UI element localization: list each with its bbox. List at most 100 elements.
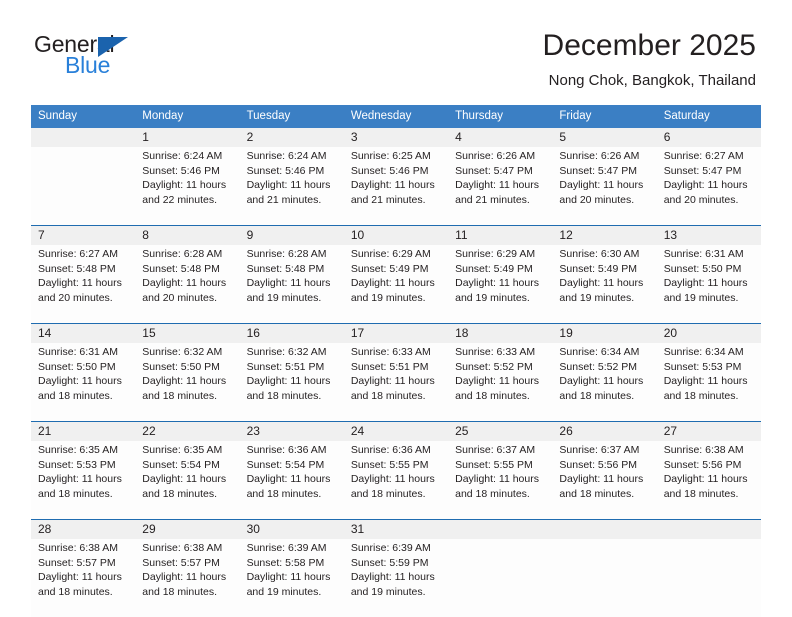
- day-cell[interactable]: Sunrise: 6:39 AM Sunset: 5:59 PM Dayligh…: [343, 539, 449, 617]
- daylight-text: Daylight: 11 hours and 18 minutes.: [246, 473, 331, 500]
- sunrise-text: Sunrise: 6:29 AM: [455, 248, 536, 260]
- day-number[interactable]: 28: [31, 519, 136, 539]
- day-cell[interactable]: Sunrise: 6:25 AM Sunset: 5:46 PM Dayligh…: [343, 147, 449, 226]
- sunrise-text: Sunrise: 6:37 AM: [559, 444, 640, 456]
- sunset-text: Sunset: 5:48 PM: [246, 262, 325, 275]
- day-number[interactable]: 27: [656, 421, 761, 441]
- day-cell[interactable]: Sunrise: 6:31 AM Sunset: 5:50 PM Dayligh…: [31, 343, 136, 422]
- day-cell[interactable]: Sunrise: 6:29 AM Sunset: 5:49 PM Dayligh…: [448, 245, 553, 324]
- sunrise-text: Sunrise: 6:28 AM: [142, 248, 223, 260]
- day-number[interactable]: 30: [239, 519, 344, 539]
- day-number[interactable]: 13: [656, 225, 761, 245]
- weekday-header-wednesday: Wednesday: [343, 105, 449, 128]
- day-number[interactable]: 8: [135, 225, 240, 245]
- daylight-text: Daylight: 11 hours and 18 minutes.: [559, 375, 644, 402]
- day-cell-empty: [31, 147, 136, 226]
- day-cell[interactable]: Sunrise: 6:29 AM Sunset: 5:49 PM Dayligh…: [343, 245, 449, 324]
- sunset-text: Sunset: 5:55 PM: [455, 458, 533, 471]
- day-cell[interactable]: Sunrise: 6:24 AM Sunset: 5:46 PM Dayligh…: [239, 147, 344, 226]
- daylight-text: Daylight: 11 hours and 19 minutes.: [350, 571, 435, 598]
- day-number[interactable]: 9: [239, 225, 344, 245]
- day-cell[interactable]: Sunrise: 6:36 AM Sunset: 5:54 PM Dayligh…: [239, 441, 344, 520]
- day-cell[interactable]: Sunrise: 6:27 AM Sunset: 5:47 PM Dayligh…: [656, 147, 761, 226]
- day-number[interactable]: 1: [135, 128, 240, 147]
- week-info-row: Sunrise: 6:35 AM Sunset: 5:53 PM Dayligh…: [31, 441, 761, 520]
- day-number[interactable]: 16: [239, 323, 344, 343]
- sunset-text: Sunset: 5:59 PM: [350, 556, 429, 569]
- day-number[interactable]: 19: [552, 323, 657, 343]
- day-number[interactable]: 15: [135, 323, 240, 343]
- sunrise-text: Sunrise: 6:38 AM: [663, 444, 744, 456]
- day-number[interactable]: 26: [552, 421, 657, 441]
- day-number[interactable]: 6: [656, 128, 761, 147]
- day-number[interactable]: 20: [656, 323, 761, 343]
- generalblue-logo[interactable]: General Blue: [34, 31, 214, 87]
- day-cell[interactable]: Sunrise: 6:32 AM Sunset: 5:50 PM Dayligh…: [135, 343, 240, 422]
- day-cell[interactable]: Sunrise: 6:30 AM Sunset: 5:49 PM Dayligh…: [552, 245, 657, 324]
- sunrise-text: Sunrise: 6:29 AM: [350, 248, 431, 260]
- sunrise-text: Sunrise: 6:38 AM: [38, 542, 118, 554]
- weekday-header-monday: Monday: [135, 105, 240, 128]
- day-number[interactable]: 31: [343, 519, 449, 539]
- daylight-text: Daylight: 11 hours and 18 minutes.: [38, 571, 122, 598]
- day-cell[interactable]: Sunrise: 6:39 AM Sunset: 5:58 PM Dayligh…: [239, 539, 344, 617]
- day-cell[interactable]: Sunrise: 6:38 AM Sunset: 5:57 PM Dayligh…: [135, 539, 240, 617]
- day-number[interactable]: 29: [135, 519, 240, 539]
- day-number[interactable]: 10: [343, 225, 449, 245]
- sunset-text: Sunset: 5:52 PM: [559, 360, 638, 373]
- sunrise-text: Sunrise: 6:31 AM: [663, 248, 744, 260]
- day-cell[interactable]: Sunrise: 6:36 AM Sunset: 5:55 PM Dayligh…: [343, 441, 449, 520]
- sunset-text: Sunset: 5:48 PM: [142, 262, 220, 275]
- day-cell[interactable]: Sunrise: 6:28 AM Sunset: 5:48 PM Dayligh…: [135, 245, 240, 324]
- day-cell[interactable]: Sunrise: 6:38 AM Sunset: 5:57 PM Dayligh…: [31, 539, 136, 617]
- day-number[interactable]: 21: [31, 421, 136, 441]
- day-cell[interactable]: Sunrise: 6:37 AM Sunset: 5:55 PM Dayligh…: [448, 441, 553, 520]
- day-number: [31, 128, 136, 147]
- sunrise-text: Sunrise: 6:27 AM: [38, 248, 118, 260]
- day-cell-empty: [656, 539, 761, 617]
- day-number[interactable]: 22: [135, 421, 240, 441]
- day-cell[interactable]: Sunrise: 6:33 AM Sunset: 5:51 PM Dayligh…: [343, 343, 449, 422]
- sunrise-text: Sunrise: 6:39 AM: [246, 542, 327, 554]
- day-number[interactable]: 23: [239, 421, 344, 441]
- sunset-text: Sunset: 5:51 PM: [350, 360, 429, 373]
- sunrise-text: Sunrise: 6:33 AM: [455, 346, 536, 358]
- day-number[interactable]: 18: [448, 323, 553, 343]
- day-cell[interactable]: Sunrise: 6:34 AM Sunset: 5:52 PM Dayligh…: [552, 343, 657, 422]
- day-number[interactable]: 7: [31, 225, 136, 245]
- day-number[interactable]: 2: [239, 128, 344, 147]
- sunrise-text: Sunrise: 6:33 AM: [350, 346, 431, 358]
- sunrise-text: Sunrise: 6:36 AM: [246, 444, 327, 456]
- day-cell[interactable]: Sunrise: 6:24 AM Sunset: 5:46 PM Dayligh…: [135, 147, 240, 226]
- day-number[interactable]: 11: [448, 225, 553, 245]
- day-number[interactable]: 5: [552, 128, 657, 147]
- day-cell[interactable]: Sunrise: 6:27 AM Sunset: 5:48 PM Dayligh…: [31, 245, 136, 324]
- day-cell[interactable]: Sunrise: 6:33 AM Sunset: 5:52 PM Dayligh…: [448, 343, 553, 422]
- sunset-text: Sunset: 5:57 PM: [38, 556, 116, 569]
- day-number[interactable]: 4: [448, 128, 553, 147]
- day-number: [552, 519, 657, 539]
- sunrise-text: Sunrise: 6:27 AM: [663, 150, 744, 162]
- day-number[interactable]: 3: [343, 128, 449, 147]
- day-cell[interactable]: Sunrise: 6:37 AM Sunset: 5:56 PM Dayligh…: [552, 441, 657, 520]
- day-cell[interactable]: Sunrise: 6:32 AM Sunset: 5:51 PM Dayligh…: [239, 343, 344, 422]
- sunrise-text: Sunrise: 6:32 AM: [246, 346, 327, 358]
- sunset-text: Sunset: 5:55 PM: [350, 458, 429, 471]
- day-cell[interactable]: Sunrise: 6:31 AM Sunset: 5:50 PM Dayligh…: [656, 245, 761, 324]
- daylight-text: Daylight: 11 hours and 21 minutes.: [350, 179, 435, 206]
- day-cell[interactable]: Sunrise: 6:28 AM Sunset: 5:48 PM Dayligh…: [239, 245, 344, 324]
- sunrise-text: Sunrise: 6:39 AM: [350, 542, 431, 554]
- day-number[interactable]: 25: [448, 421, 553, 441]
- day-cell[interactable]: Sunrise: 6:34 AM Sunset: 5:53 PM Dayligh…: [656, 343, 761, 422]
- day-number[interactable]: 14: [31, 323, 136, 343]
- day-cell[interactable]: Sunrise: 6:26 AM Sunset: 5:47 PM Dayligh…: [552, 147, 657, 226]
- day-number[interactable]: 24: [343, 421, 449, 441]
- day-cell[interactable]: Sunrise: 6:35 AM Sunset: 5:53 PM Dayligh…: [31, 441, 136, 520]
- day-number[interactable]: 12: [552, 225, 657, 245]
- week-info-row: Sunrise: 6:38 AM Sunset: 5:57 PM Dayligh…: [31, 539, 761, 617]
- day-cell[interactable]: Sunrise: 6:38 AM Sunset: 5:56 PM Dayligh…: [656, 441, 761, 520]
- day-number[interactable]: 17: [343, 323, 449, 343]
- day-cell[interactable]: Sunrise: 6:26 AM Sunset: 5:47 PM Dayligh…: [448, 147, 553, 226]
- sunset-text: Sunset: 5:51 PM: [246, 360, 325, 373]
- day-cell[interactable]: Sunrise: 6:35 AM Sunset: 5:54 PM Dayligh…: [135, 441, 240, 520]
